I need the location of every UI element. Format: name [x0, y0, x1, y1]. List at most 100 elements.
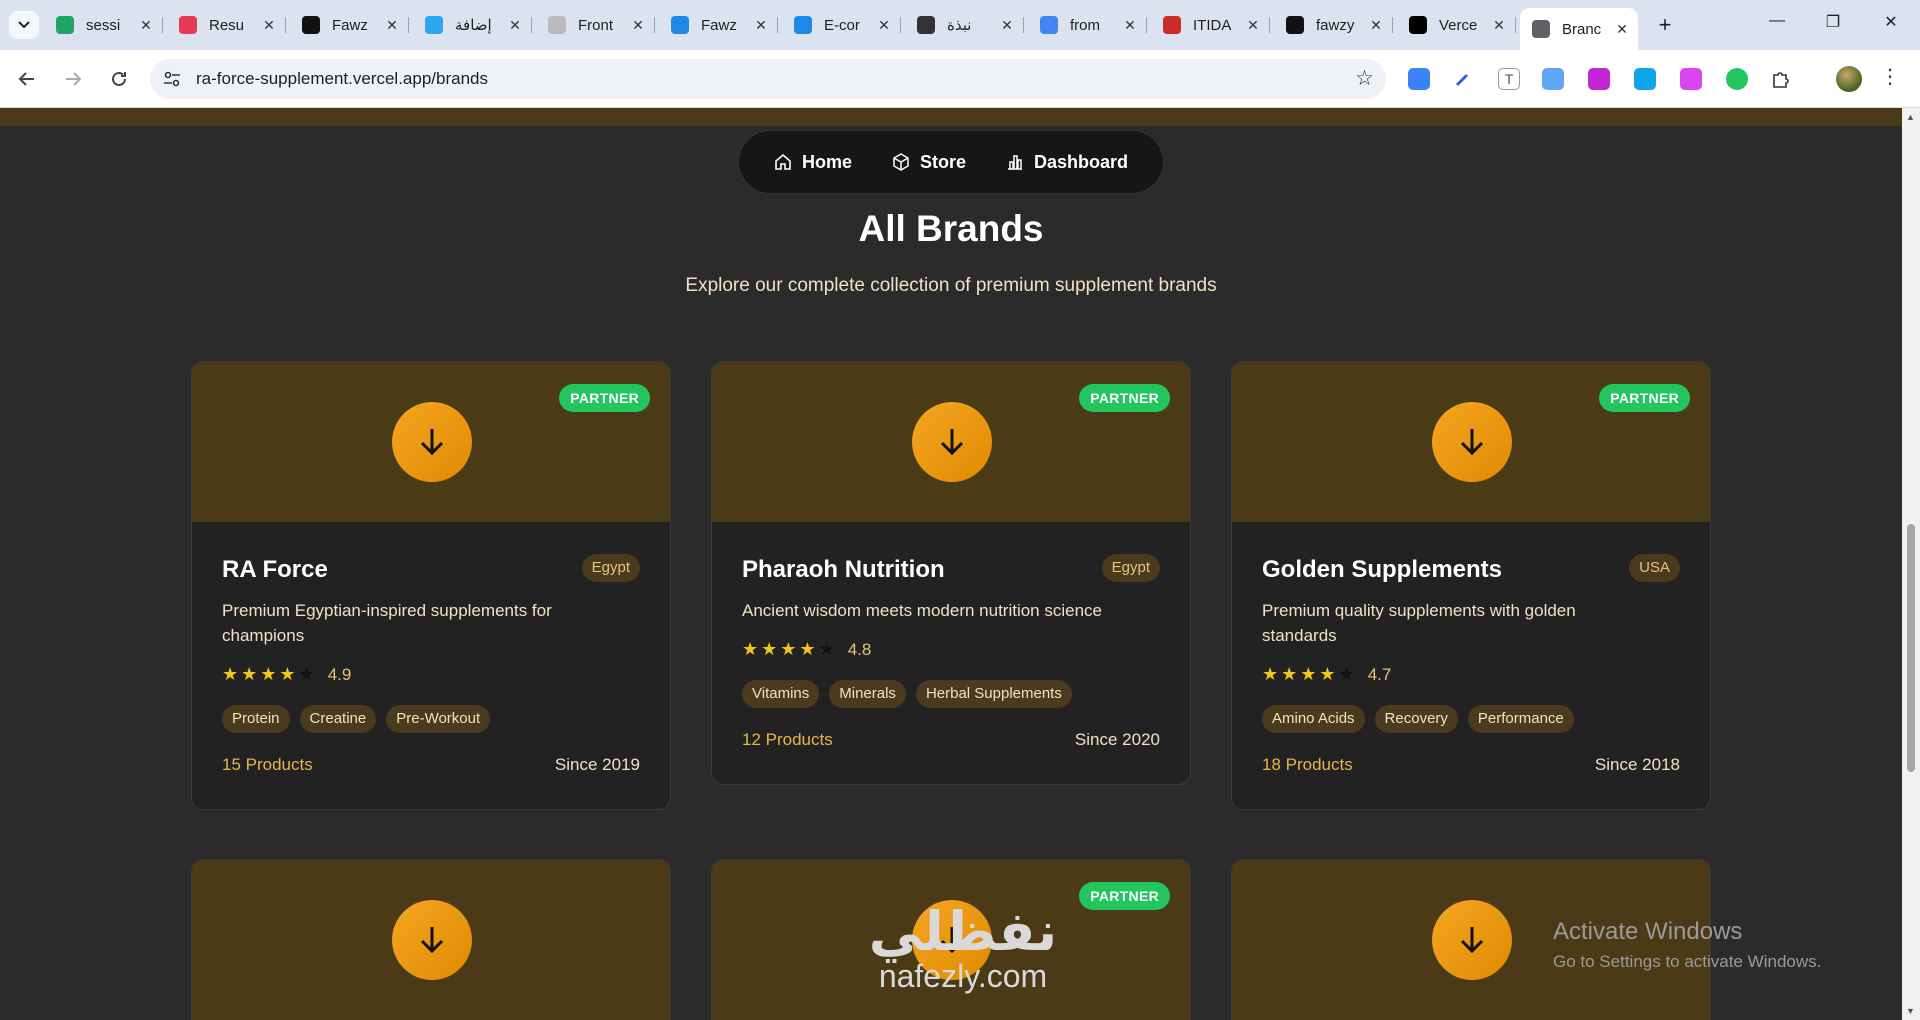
- chevron-down-icon: [18, 21, 30, 29]
- nav-store[interactable]: Store: [892, 152, 966, 173]
- star-empty-icon: ★: [298, 664, 315, 684]
- browser-tab[interactable]: Fawz ✕: [659, 8, 778, 42]
- nav-dashboard-label: Dashboard: [1034, 151, 1129, 172]
- tab-close-icon[interactable]: ✕: [138, 17, 154, 34]
- star-icon: ★: [1300, 664, 1317, 684]
- tab-close-icon[interactable]: ✕: [630, 17, 646, 34]
- arrow-right-icon: [66, 72, 82, 86]
- tab-title: Resu: [209, 16, 245, 34]
- brand-card[interactable]: PARTNER Golden Supplements USA Premium q…: [1231, 361, 1711, 810]
- tab-close-icon[interactable]: ✕: [384, 17, 400, 34]
- google-icon: [1040, 16, 1058, 34]
- tab-close-icon[interactable]: ✕: [753, 17, 769, 34]
- browser-tab[interactable]: Fawz ✕: [290, 8, 409, 42]
- star-empty-icon: ★: [818, 639, 835, 659]
- browser-tab[interactable]: from ✕: [1028, 8, 1147, 42]
- brand-since: Since 2020: [1074, 730, 1160, 749]
- browser-tab[interactable]: fawzy ✕: [1274, 8, 1393, 42]
- tab-title: Fawz: [701, 16, 737, 34]
- minimize-button[interactable]: —: [1762, 12, 1792, 30]
- brand-card[interactable]: [191, 859, 671, 1020]
- chatgpt-icon: [917, 16, 935, 34]
- browser-tab[interactable]: Resu ✕: [167, 8, 286, 42]
- brand-logo-placeholder: [912, 402, 992, 482]
- nav-home-label: Home: [801, 151, 852, 172]
- tab-close-icon[interactable]: ✕: [876, 17, 892, 34]
- brand-country: Egypt: [1101, 554, 1160, 582]
- download-extension-icon[interactable]: [1408, 68, 1430, 90]
- browser-tab[interactable]: Verce ✕: [1397, 8, 1516, 42]
- bookmark-star-icon[interactable]: ☆: [1355, 66, 1374, 91]
- restore-button[interactable]: ❐: [1818, 12, 1848, 32]
- tab-title: fawzy: [1316, 16, 1355, 34]
- brand-tags: Protein Creatine Pre-Workout: [222, 705, 640, 733]
- brand-logo-placeholder: [1432, 900, 1512, 980]
- tab-title: Branc: [1562, 20, 1602, 38]
- tab-search-button[interactable]: [9, 11, 39, 39]
- tab-close-icon[interactable]: ✕: [1122, 17, 1138, 34]
- tab-separator: [1146, 17, 1147, 33]
- nav-home[interactable]: Home: [774, 152, 852, 173]
- close-window-button[interactable]: ✕: [1876, 12, 1906, 32]
- browser-tab[interactable]: إضافة ✕: [413, 8, 532, 42]
- scrollbar-thumb[interactable]: [1907, 524, 1915, 772]
- rating-value: 4.9: [327, 664, 352, 684]
- browser-tab[interactable]: sessi ✕: [44, 8, 163, 42]
- fi-extension-icon[interactable]: [1634, 68, 1656, 90]
- brand-rating: ★ ★ ★ ★ ★ 4.9: [222, 664, 640, 685]
- circle-icon: [425, 16, 443, 34]
- browser-menu-icon[interactable]: ⋮: [1880, 64, 1900, 89]
- pen-icon: [1455, 73, 1469, 87]
- tab-close-icon[interactable]: ✕: [261, 17, 277, 34]
- forward-button[interactable]: [58, 64, 88, 94]
- color-extension-icon[interactable]: [1588, 68, 1610, 90]
- main-nav: Home Store Dashboard: [738, 130, 1164, 194]
- nav-dashboard[interactable]: Dashboard: [1006, 152, 1128, 173]
- nav-store-label: Store: [919, 151, 966, 172]
- partner-badge: PARTNER: [1079, 384, 1170, 412]
- tab-title: Verce: [1439, 16, 1478, 34]
- text-extension-icon[interactable]: T: [1498, 68, 1520, 90]
- tab-close-icon[interactable]: ✕: [1491, 17, 1507, 34]
- new-tab-button[interactable]: +: [1652, 12, 1678, 38]
- downloader-extension-icon[interactable]: [1680, 68, 1702, 90]
- browser-tab[interactable]: نبذة ✕: [905, 8, 1024, 42]
- page-subtitle: Explore our complete collection of premi…: [685, 275, 1217, 296]
- brand-logo-placeholder: [1432, 402, 1512, 482]
- reload-icon: [112, 71, 126, 86]
- tab-title: نبذة: [947, 17, 972, 34]
- star-icon: ★: [241, 664, 258, 684]
- back-button[interactable]: [12, 64, 42, 94]
- browser-tab[interactable]: Front ✕: [536, 8, 655, 42]
- browser-tab[interactable]: ITIDA ✕: [1151, 8, 1270, 42]
- android-extension-icon[interactable]: [1726, 68, 1748, 90]
- box-icon: [893, 153, 909, 171]
- tab-close-icon[interactable]: ✕: [1368, 17, 1384, 34]
- browser-tab[interactable]: E-cor ✕: [782, 8, 901, 42]
- brand-tag: Herbal Supplements: [915, 680, 1072, 708]
- star-icon: ★: [1262, 664, 1279, 684]
- extensions-puzzle-icon[interactable]: [1770, 68, 1792, 90]
- tab-close-icon[interactable]: ✕: [999, 17, 1015, 34]
- page-scrollbar[interactable]: ▲ ▼: [1902, 108, 1920, 1020]
- reader-extension-icon[interactable]: [1542, 68, 1564, 90]
- brand-card[interactable]: PARTNER RA Force Egypt Premium Egyptian-…: [191, 361, 671, 810]
- pen-extension-icon[interactable]: [1452, 68, 1474, 90]
- brand-card[interactable]: PARTNER Pharaoh Nutrition Egypt Ancient …: [711, 361, 1191, 785]
- scroll-up-arrow-icon[interactable]: ▲: [1906, 112, 1915, 122]
- tab-separator: [531, 17, 532, 33]
- brand-tag: Protein: [222, 705, 290, 733]
- address-bar[interactable]: ra-force-supplement.vercel.app/brands ☆: [150, 59, 1386, 99]
- rating-value: 4.8: [847, 639, 872, 659]
- site-settings-icon[interactable]: [162, 69, 182, 89]
- brand-name: Pharaoh Nutrition: [742, 556, 945, 583]
- tab-separator: [1392, 17, 1393, 33]
- profile-avatar[interactable]: [1836, 66, 1862, 92]
- reload-button[interactable]: [104, 64, 134, 94]
- browser-tab[interactable]: Branc ✕: [1520, 8, 1638, 50]
- tab-close-icon[interactable]: ✕: [1614, 21, 1630, 38]
- star-icon: ★: [742, 639, 759, 659]
- scroll-down-arrow-icon[interactable]: ▼: [1906, 1006, 1915, 1016]
- tab-close-icon[interactable]: ✕: [507, 17, 523, 34]
- tab-close-icon[interactable]: ✕: [1245, 17, 1261, 34]
